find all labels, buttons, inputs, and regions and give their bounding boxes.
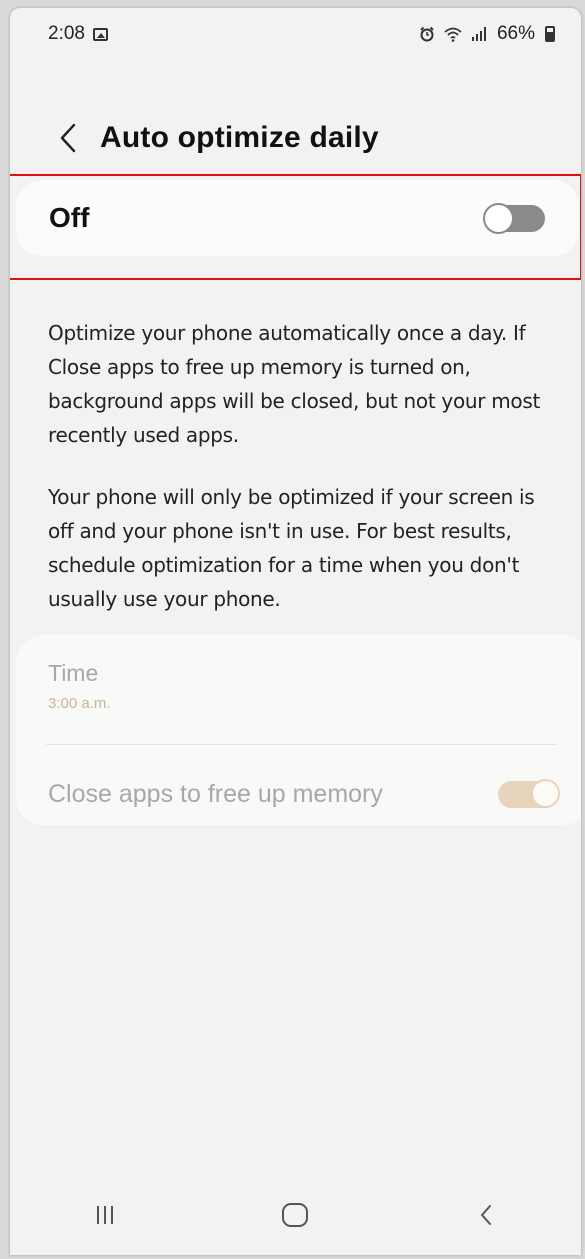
battery-icon: [545, 26, 555, 42]
signal-icon: [471, 27, 486, 41]
alarm-icon: [420, 26, 434, 42]
status-right: 66%: [419, 23, 555, 45]
status-left: 2:08: [48, 23, 108, 45]
chevron-left-icon[interactable]: [48, 118, 88, 158]
home-icon[interactable]: [255, 1185, 335, 1245]
close-apps-toggle-switch[interactable]: [498, 778, 560, 808]
image-notification-icon: [92, 27, 108, 41]
recents-icon[interactable]: [65, 1185, 145, 1245]
phone-screen: 2:08 66% Auto optimize daily Off Optimiz…: [10, 8, 581, 1255]
master-switch-label: Off: [49, 202, 90, 233]
description-paragraph-1: Optimize your phone automatically once a…: [48, 321, 541, 447]
app-header: Auto optimize daily: [10, 108, 581, 168]
wifi-icon: [444, 27, 462, 42]
time-label: Time: [48, 660, 99, 686]
navigation-bar: [10, 1175, 581, 1255]
master-toggle-switch[interactable]: [483, 202, 545, 234]
time-value: 3:00 a.m.: [48, 695, 111, 712]
toggle-knob: [483, 202, 514, 234]
battery-percentage: 66%: [496, 23, 535, 44]
settings-card: Time 3:00 a.m. Close apps to free up mem…: [16, 635, 581, 825]
status-bar: 2:08 66%: [10, 8, 581, 60]
toggle-knob: [531, 778, 560, 808]
close-apps-label: Close apps to free up memory: [48, 779, 383, 808]
status-time: 2:08: [48, 23, 85, 44]
time-setting-row[interactable]: Time 3:00 a.m.: [48, 660, 548, 712]
close-apps-row[interactable]: Close apps to free up memory: [48, 765, 560, 823]
master-switch-row[interactable]: Off: [16, 180, 579, 256]
page-title: Auto optimize daily: [100, 121, 379, 154]
back-icon[interactable]: [446, 1185, 526, 1245]
description-paragraph-2: Your phone will only be optimized if you…: [48, 485, 535, 611]
divider: [46, 744, 556, 745]
